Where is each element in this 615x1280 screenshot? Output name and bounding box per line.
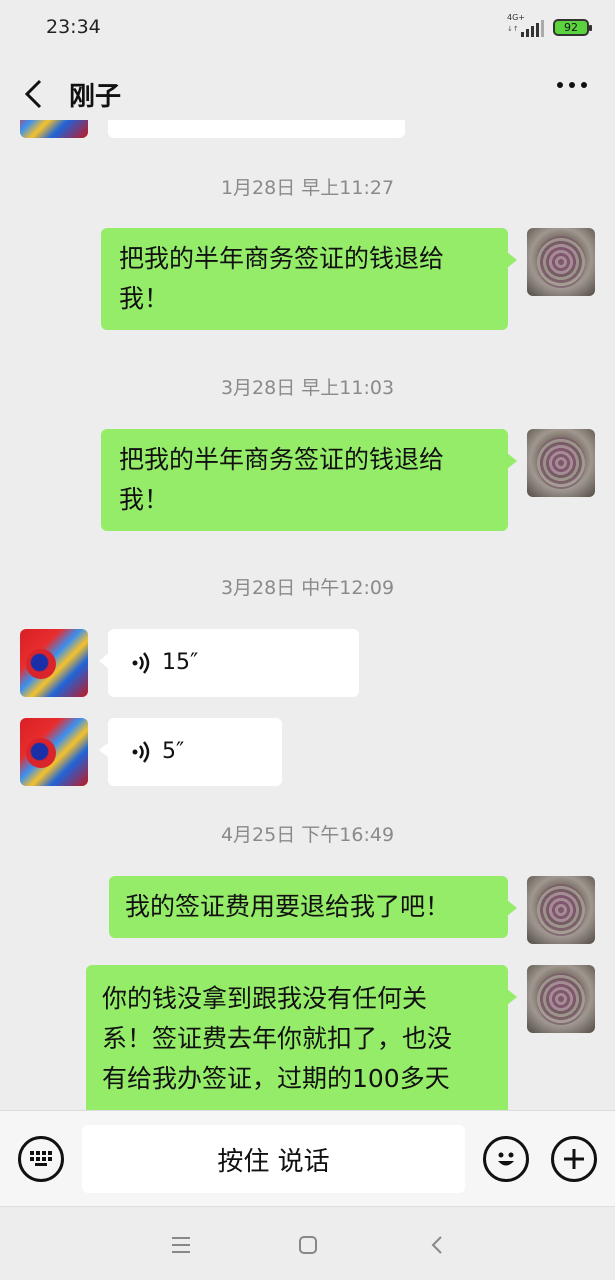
- hold-to-talk-label: 按住 说话: [217, 1146, 330, 1177]
- home-icon: [299, 1236, 317, 1254]
- system-nav-bar: [0, 1206, 615, 1280]
- message-line: 有给我办签证，过期的100多天: [102, 1064, 450, 1093]
- battery-level: 92: [564, 20, 578, 34]
- status-time: 23:34: [46, 16, 101, 38]
- nav-back-button[interactable]: [425, 1233, 449, 1257]
- message-line: 我！: [119, 284, 170, 313]
- voice-duration: 15″: [162, 650, 199, 675]
- voice-wave-icon: [132, 741, 150, 763]
- message-line: 把我的半年商务签证的钱退给: [119, 445, 445, 474]
- message-line: 把我的半年商务签证的钱退给: [119, 244, 445, 273]
- input-bar: 按住 说话: [0, 1110, 615, 1206]
- voice-duration: 5″: [162, 739, 185, 764]
- emoji-icon: [498, 1152, 514, 1166]
- nav-back-icon: [431, 1236, 442, 1254]
- message-timestamp: 4月25日 下午16:49: [220, 824, 395, 846]
- more-functions-button[interactable]: [551, 1136, 597, 1182]
- menu-icon: [172, 1237, 190, 1253]
- message-bubble-outgoing[interactable]: 把我的半年商务签证的钱退给 我！: [101, 429, 517, 531]
- self-avatar[interactable]: [527, 876, 595, 944]
- more-button[interactable]: [557, 82, 587, 88]
- message-bubble-outgoing[interactable]: 我的签证费用要退给我了吧！: [109, 876, 517, 938]
- keyboard-button[interactable]: [18, 1136, 64, 1182]
- voice-message[interactable]: 15″: [99, 629, 359, 697]
- contact-avatar[interactable]: [20, 120, 88, 138]
- message-bubble-partial[interactable]: [108, 120, 405, 138]
- self-avatar[interactable]: [527, 429, 595, 497]
- message-line: 我的签证费用要退给我了吧！: [125, 892, 451, 921]
- message-line: 我！: [119, 485, 170, 514]
- message-timestamp: 3月28日 中午12:09: [220, 577, 395, 599]
- more-dots-icon: [557, 82, 563, 88]
- status-indicators: 4G+ ↓↑ 92: [507, 13, 592, 37]
- signal-icon: 4G+ ↓↑: [507, 13, 544, 37]
- chat-title: 刚子: [69, 81, 122, 112]
- emoji-button[interactable]: [483, 1136, 529, 1182]
- message-bubble-outgoing[interactable]: 你的钱没拿到跟我没有任何关 系！签证费去年你就扣了，也没 有给我办签证，过期的1…: [86, 965, 517, 1110]
- voice-wave-icon: [132, 652, 150, 674]
- battery-icon: 92: [553, 18, 592, 36]
- self-avatar[interactable]: [527, 228, 595, 296]
- message-timestamp: 1月28日 早上11:27: [220, 177, 395, 199]
- message-list[interactable]: 1月28日 早上11:27 把我的半年商务签证的钱退给 我！ 3月28日 早上1…: [0, 120, 615, 1110]
- plus-icon: [564, 1149, 584, 1169]
- back-chevron-icon: [24, 79, 42, 109]
- hold-to-talk-button[interactable]: 按住 说话: [82, 1125, 465, 1193]
- self-avatar[interactable]: [527, 965, 595, 1033]
- message-bubble-outgoing[interactable]: 把我的半年商务签证的钱退给 我！: [101, 228, 517, 330]
- menu-button[interactable]: [169, 1233, 193, 1257]
- message-line: 系！签证费去年你就扣了，也没: [102, 1024, 453, 1053]
- home-button[interactable]: [296, 1233, 320, 1257]
- status-bar: 23:34 4G+ ↓↑ 92: [0, 0, 615, 54]
- contact-avatar[interactable]: [20, 718, 88, 786]
- message-line: 你的钱没拿到跟我没有任何关: [102, 984, 428, 1013]
- message-timestamp: 3月28日 早上11:03: [220, 377, 395, 399]
- network-activity: ↓↑: [507, 25, 519, 33]
- keyboard-icon: [30, 1151, 52, 1166]
- contact-avatar[interactable]: [20, 629, 88, 697]
- voice-message[interactable]: 5″: [99, 718, 282, 786]
